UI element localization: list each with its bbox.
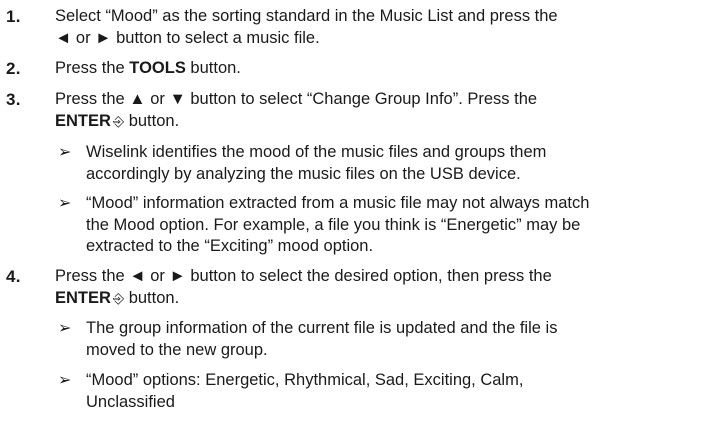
step-number: 1. bbox=[6, 7, 21, 26]
note-arrow-icon: ➢ bbox=[58, 320, 72, 337]
step-text: Press the TOOLS button. bbox=[55, 58, 695, 80]
step-line: Select “Mood” as the sorting standard in… bbox=[55, 7, 558, 25]
step-text: Press the ◄ or ► button to select the de… bbox=[55, 266, 695, 309]
note-line: extracted to the “Exciting” mood option. bbox=[86, 237, 374, 255]
step-line: ENTER ⎆ button. bbox=[55, 288, 695, 310]
manual-page: 1. Select “Mood” as the sorting standard… bbox=[0, 0, 706, 442]
note-arrow-icon: ➢ bbox=[58, 195, 72, 212]
step-line: ◄ or ► button to select a music file. bbox=[55, 28, 320, 47]
enter-button-label: ENTER bbox=[55, 111, 111, 130]
step-line: Press the ◄ or ► button to select the de… bbox=[55, 267, 552, 285]
note-line: “Mood” information extracted from a musi… bbox=[86, 194, 590, 212]
step-text-post: button. bbox=[124, 288, 180, 307]
step-line: ENTER ⎆ button. bbox=[55, 111, 695, 133]
note-text: “Mood” options: Energetic, Rhythmical, S… bbox=[86, 370, 698, 413]
note-text: Wiselink identifies the mood of the musi… bbox=[86, 142, 698, 185]
note-arrow-icon: ➢ bbox=[58, 372, 72, 389]
note-text: The group information of the current fil… bbox=[86, 318, 698, 361]
note-line: Wiselink identifies the mood of the musi… bbox=[86, 143, 547, 161]
tools-button-label: TOOLS bbox=[129, 59, 186, 77]
step-text-post: button. bbox=[185, 59, 241, 77]
step-number: 4. bbox=[6, 267, 21, 286]
enter-icon: ⎆ bbox=[112, 112, 125, 129]
note-line: “Mood” options: Energetic, Rhythmical, S… bbox=[86, 371, 524, 389]
note-text: “Mood” information extracted from a musi… bbox=[86, 193, 698, 258]
step-text-post: button. bbox=[124, 111, 180, 130]
step-number: 3. bbox=[6, 90, 21, 109]
note-line: Unclassified bbox=[86, 392, 175, 411]
step-line: Press the ▲ or ▼ button to select “Chang… bbox=[55, 90, 538, 108]
note-line: the Mood option. For example, a file you… bbox=[86, 215, 581, 234]
note-arrow-icon: ➢ bbox=[58, 144, 72, 161]
enter-icon: ⎆ bbox=[112, 289, 125, 306]
note-line: The group information of the current fil… bbox=[86, 319, 558, 337]
step-number: 2. bbox=[6, 59, 21, 78]
step-text: Select “Mood” as the sorting standard in… bbox=[55, 6, 695, 49]
note-line: accordingly by analyzing the music files… bbox=[86, 164, 521, 183]
enter-button-label: ENTER bbox=[55, 288, 111, 307]
note-line: moved to the new group. bbox=[86, 340, 268, 359]
step-text: Press the ▲ or ▼ button to select “Chang… bbox=[55, 89, 695, 132]
step-text-pre: Press the bbox=[55, 59, 130, 77]
